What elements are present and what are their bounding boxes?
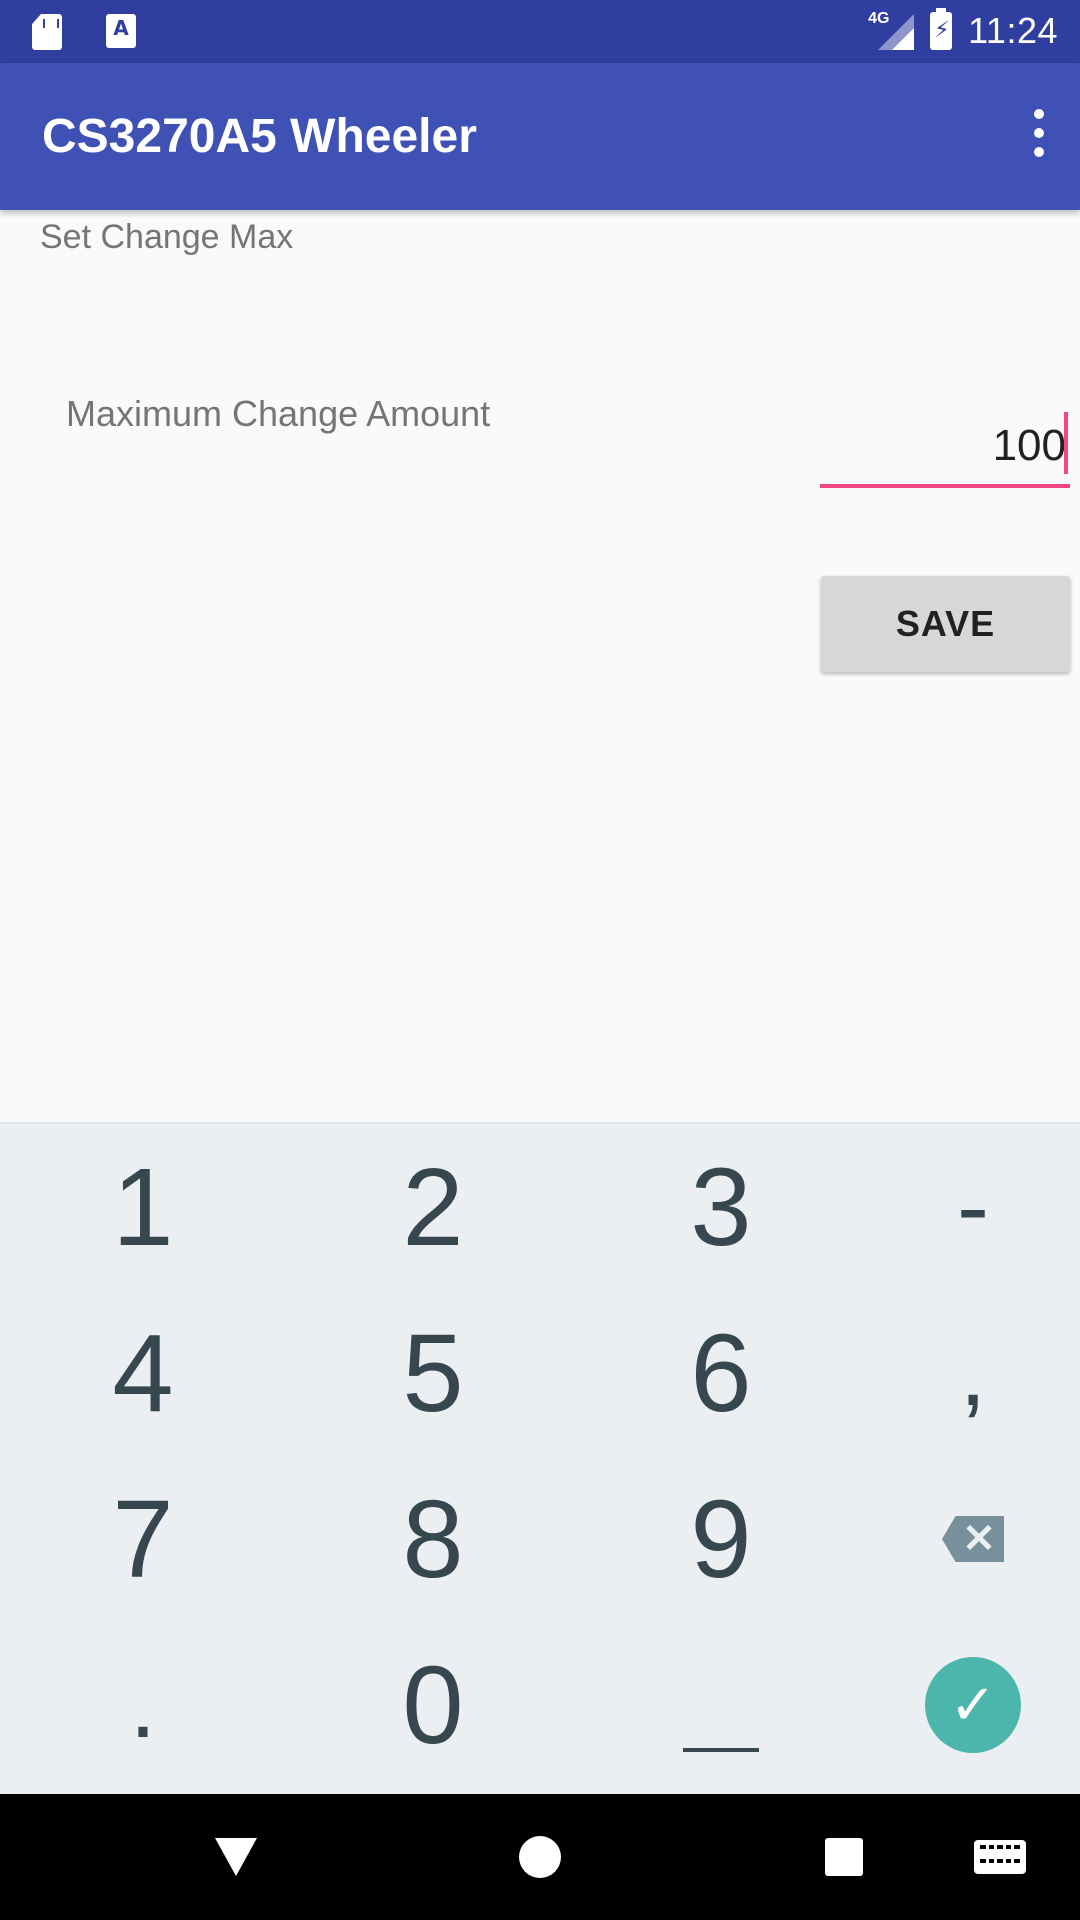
sd-card-icon (32, 14, 62, 50)
key-backspace[interactable]: ✕ (838, 1456, 1080, 1622)
a-app-icon: A (106, 14, 136, 48)
done-icon: ✓ (925, 1657, 1021, 1753)
key-8[interactable]: 8 (298, 1456, 568, 1622)
section-label: Set Change Max (40, 218, 294, 256)
home-icon (519, 1836, 561, 1878)
key-6[interactable]: 6 (586, 1290, 856, 1456)
key-comma[interactable]: , (838, 1290, 1080, 1456)
home-button[interactable] (480, 1794, 600, 1920)
key-space[interactable] (586, 1622, 856, 1788)
notification-icons: A (32, 14, 136, 50)
battery-charging-icon: ⚡ (930, 8, 953, 50)
backspace-icon: ✕ (942, 1516, 1004, 1562)
key-period[interactable]: . (8, 1622, 278, 1788)
numeric-keyboard: 1 2 3 - 4 5 6 , 7 8 9 ✕ . 0 ✓ (0, 1122, 1080, 1794)
max-change-label: Maximum Change Amount (66, 393, 491, 434)
max-change-input[interactable] (820, 408, 1070, 488)
app-bar: CS3270A5 Wheeler (0, 63, 1080, 210)
key-1[interactable]: 1 (8, 1124, 278, 1290)
nav-bar (0, 1794, 1080, 1920)
recents-icon (825, 1838, 863, 1876)
keyboard-switch-icon (974, 1840, 1026, 1874)
save-button[interactable]: SAVE (821, 576, 1070, 672)
recents-button[interactable] (784, 1794, 904, 1920)
status-clock: 11:24 (968, 10, 1058, 51)
key-done[interactable]: ✓ (838, 1622, 1080, 1788)
text-cursor (1064, 412, 1068, 474)
key-0[interactable]: 0 (298, 1622, 568, 1788)
status-indicators: 4G ⚡ 11:24 (868, 8, 1058, 52)
app-title: CS3270A5 Wheeler (42, 110, 477, 163)
signal-icon: 4G (868, 10, 915, 50)
key-9[interactable]: 9 (586, 1456, 856, 1622)
key-minus[interactable]: - (838, 1124, 1080, 1290)
status-bar: A 4G ⚡ 11:24 (0, 0, 1080, 63)
key-7[interactable]: 7 (8, 1456, 278, 1622)
back-icon (215, 1838, 257, 1876)
keyboard-switch-button[interactable] (940, 1794, 1060, 1920)
key-3[interactable]: 3 (586, 1124, 856, 1290)
space-icon (683, 1748, 759, 1752)
back-button[interactable] (176, 1794, 296, 1920)
key-4[interactable]: 4 (8, 1290, 278, 1456)
key-2[interactable]: 2 (298, 1124, 568, 1290)
more-vert-icon[interactable] (1024, 103, 1054, 163)
key-5[interactable]: 5 (298, 1290, 568, 1456)
